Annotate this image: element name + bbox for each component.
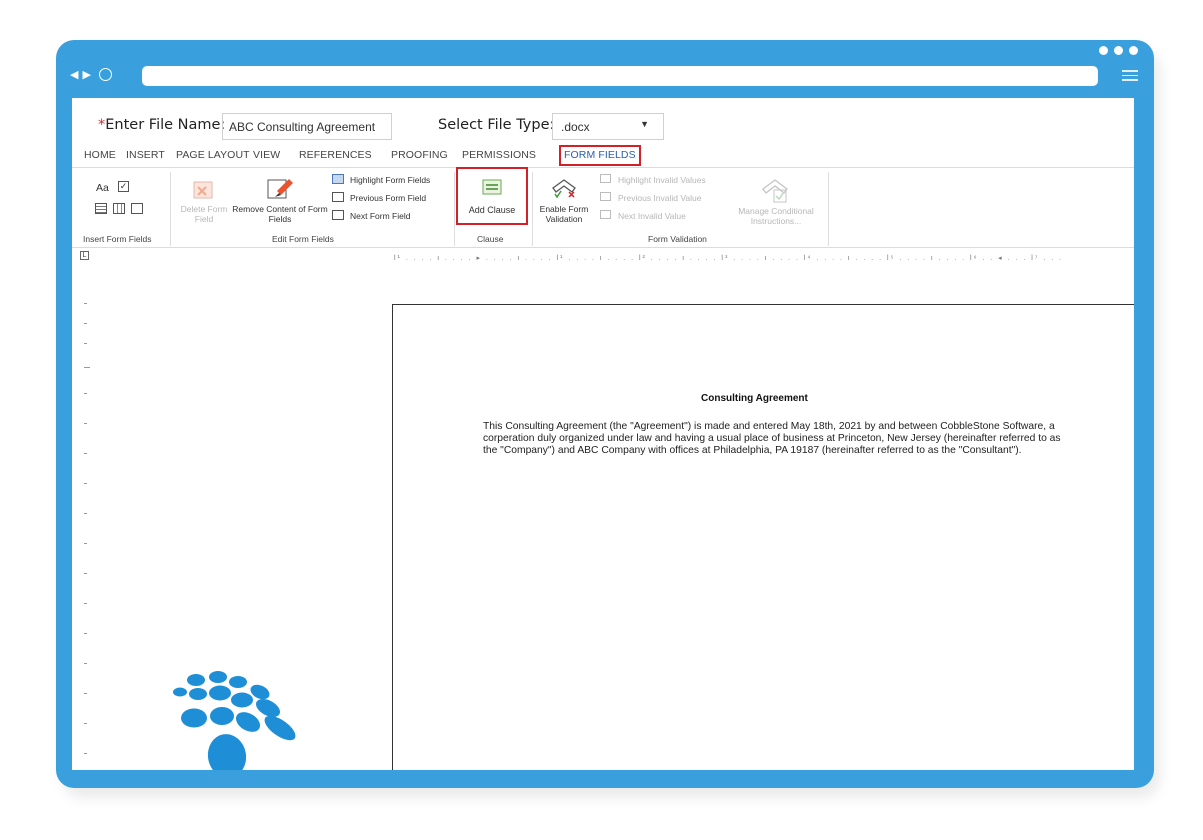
file-bar: *Enter File Name: ABC Consulting Agreeme… [72,98,1134,148]
form-fields-highlight-box [559,145,641,166]
window-dots [1099,46,1138,55]
remove-content-icon [267,179,293,199]
ruler-tick [84,633,87,634]
file-type-select[interactable]: .docx ▼ [552,113,664,140]
file-type-value: .docx [561,120,590,134]
previous-invalid-icon [600,192,611,201]
highlight-invalid-values-button[interactable]: Highlight Invalid Values [618,175,706,185]
hamburger-menu-icon[interactable] [1122,70,1138,81]
ruler-tick [84,573,87,574]
tab-home[interactable]: HOME [84,149,116,161]
tab-permissions[interactable]: PERMISSIONS [462,149,536,161]
previous-form-field-icon [332,192,344,202]
ruler-tick [84,693,87,694]
group-label-clause: Clause [477,234,504,244]
ruler-tick [84,303,87,304]
horizontal-ruler: L l¹ . . . . ι . . . . ▸ . . . . ι . . .… [72,248,1134,262]
dropdown-caret-icon: ▼ [640,119,649,129]
window-dot-icon [1099,46,1108,55]
window-dot-icon [1114,46,1123,55]
browser-frame: ◀ ▶ *Enter File Name: ABC Consulting Agr… [56,40,1154,788]
ruler-tick [84,323,87,324]
ruler-tick [84,483,87,484]
add-clause-highlight-box [456,167,528,225]
file-name-label: Enter File Name: [105,117,226,133]
next-invalid-icon [600,210,611,219]
tab-page-layout[interactable]: PAGE LAYOUT [176,149,250,161]
date-picker-field-icon[interactable] [131,203,143,214]
highlight-form-fields-icon [332,174,344,184]
manage-conditional-icon [762,179,788,203]
browser-nav: ◀ ▶ [70,68,112,81]
window-dot-icon [1129,46,1138,55]
file-name-label-wrap: *Enter File Name: [98,117,225,133]
ribbon-separator [828,172,829,246]
combo-box-field-icon[interactable] [95,203,107,214]
delete-form-field-icon [193,181,213,199]
tab-references[interactable]: REFERENCES [299,149,372,161]
vertical-ruler [80,283,94,763]
enable-form-validation-icon [552,179,576,199]
highlight-invalid-icon [600,174,611,183]
next-invalid-value-button[interactable]: Next Invalid Value [618,211,686,221]
group-label-form-validation: Form Validation [648,234,707,244]
document-body: This Consulting Agreement (the "Agreemen… [483,421,1061,456]
address-bar[interactable] [142,66,1098,86]
tab-proofing[interactable]: PROOFING [391,149,448,161]
group-label-insert-form-fields: Insert Form Fields [83,234,152,244]
highlight-form-fields-button[interactable]: Highlight Form Fields [350,175,430,185]
ruler-tick [84,603,87,604]
ruler-tick [84,513,87,514]
back-arrow-icon[interactable]: ◀ [70,68,78,81]
ribbon-separator [532,172,533,246]
next-form-field-icon [332,210,344,220]
cobblestone-logo-icon [173,671,296,770]
app-window: *Enter File Name: ABC Consulting Agreeme… [72,98,1134,770]
ruler-ticks: l¹ . . . . ι . . . . ▸ . . . . ι . . . .… [394,255,1064,262]
document-title: Consulting Agreement [701,393,808,404]
tab-view[interactable]: VIEW [253,149,280,161]
file-type-label: Select File Type: [438,117,555,133]
ruler-tick [84,343,87,344]
ruler-tick [84,753,87,754]
previous-form-field-button[interactable]: Previous Form Field [350,193,426,203]
ruler-tick [84,723,87,724]
enable-form-validation-button[interactable]: Enable Form Validation [536,204,592,224]
delete-form-field-button[interactable]: Delete Form Field [179,204,229,224]
ribbon: Aa ✓ Insert Form Fields Delete Form Fiel… [72,167,1134,248]
previous-invalid-value-button[interactable]: Previous Invalid Value [618,193,701,203]
forward-arrow-icon[interactable]: ▶ [82,68,90,81]
text-form-field-button[interactable]: Aa [96,183,109,194]
file-name-input[interactable]: ABC Consulting Agreement [222,113,392,140]
ruler-tick [84,367,90,368]
ruler-tick [84,393,87,394]
ribbon-separator [170,172,171,246]
ribbon-tabs: HOME INSERT PAGE LAYOUT VIEW REFERENCES … [72,145,1134,168]
list-box-field-icon[interactable] [113,203,125,214]
group-label-edit-form-fields: Edit Form Fields [272,234,334,244]
manage-conditional-instructions-button[interactable]: Manage Conditional Instructions... [730,206,822,226]
tab-stop-selector[interactable]: L [80,251,89,260]
remove-content-button[interactable]: Remove Content of Form Fields [232,204,328,224]
ribbon-separator [454,172,455,246]
tab-insert[interactable]: INSERT [126,149,165,161]
ruler-tick [84,453,87,454]
next-form-field-button[interactable]: Next Form Field [350,211,410,221]
document-page[interactable]: Consulting Agreement This Consulting Agr… [392,304,1134,770]
ruler-tick [84,423,87,424]
ruler-tick [84,663,87,664]
reload-icon[interactable] [98,68,112,81]
ruler-tick [84,543,87,544]
checkbox-form-field-icon[interactable]: ✓ [118,181,129,192]
